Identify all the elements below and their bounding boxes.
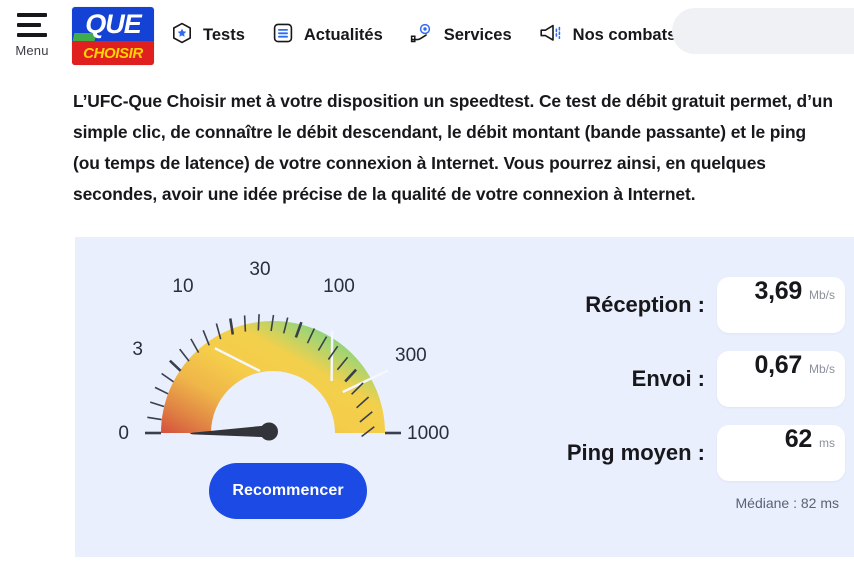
result-row-envoi: Envoi : 0,67 Mb/s xyxy=(505,351,845,407)
speed-gauge: 0 3 10 30 100 300 1000 xyxy=(83,245,503,445)
result-value-reception: 3,69 xyxy=(754,277,803,305)
hand-gear-icon xyxy=(409,21,435,50)
gauge-tick-label-300: 300 xyxy=(395,345,427,366)
nav-label-services: Services xyxy=(443,26,512,44)
list-document-icon xyxy=(271,21,295,50)
nav-item-tests[interactable]: Tests xyxy=(170,21,245,50)
search-input[interactable] xyxy=(672,8,854,54)
result-value-envoi: 0,67 xyxy=(754,351,803,379)
menu-label: Menu xyxy=(15,43,49,58)
main-navigation: Tests Actualités Services Nos combats xyxy=(170,21,676,50)
result-value-ping: 62 xyxy=(784,425,813,453)
gauge-tick-label-3: 3 xyxy=(132,339,143,360)
result-unit-ping: ms xyxy=(819,436,835,450)
result-value-box-envoi: 0,67 Mb/s xyxy=(717,351,845,407)
megaphone-icon xyxy=(538,21,564,50)
intro-paragraph: L’UFC-Que Choisir met à votre dispositio… xyxy=(73,91,833,204)
nav-label-nos-combats: Nos combats xyxy=(572,26,677,44)
hamburger-icon xyxy=(17,13,47,37)
nav-label-tests: Tests xyxy=(203,26,245,44)
nav-item-services[interactable]: Services xyxy=(409,21,512,50)
menu-button[interactable]: Menu xyxy=(8,13,56,58)
gauge-tick-label-1000: 1000 xyxy=(407,423,449,444)
restart-test-button[interactable]: Recommencer xyxy=(209,463,367,519)
result-row-reception: Réception : 3,69 Mb/s xyxy=(505,277,845,333)
gauge-tick-label-10: 10 xyxy=(172,276,193,297)
gauge-tick-label-30: 30 xyxy=(249,259,270,280)
gauge-arc xyxy=(161,321,385,433)
gauge-tick-label-0: 0 xyxy=(118,423,129,444)
nav-item-nos-combats[interactable]: Nos combats xyxy=(538,21,677,50)
result-label-envoi: Envoi : xyxy=(631,366,705,391)
box-star-icon xyxy=(170,21,194,50)
site-header: Menu QUE CHOISIR Tests Actualités Servic… xyxy=(0,0,854,76)
result-label-ping: Ping moyen : xyxy=(566,440,705,465)
results-list: Réception : 3,69 Mb/s Envoi : 0,67 Mb/s … xyxy=(505,277,845,511)
gauge-tick-label-100: 100 xyxy=(323,276,355,297)
result-unit-reception: Mb/s xyxy=(808,288,835,302)
result-label-reception: Réception : xyxy=(585,292,705,317)
nav-item-actualites[interactable]: Actualités xyxy=(271,21,383,50)
result-value-box-reception: 3,69 Mb/s xyxy=(717,277,845,333)
result-row-ping: Ping moyen : 62 ms xyxy=(505,425,845,481)
result-unit-envoi: Mb/s xyxy=(808,362,835,376)
median-ping-note: Médiane : 82 ms xyxy=(735,495,840,511)
speedtest-panel: 0 3 10 30 100 300 1000 Recommencer Récep… xyxy=(75,237,854,557)
result-value-box-ping: 62 ms xyxy=(717,425,845,481)
logo-bottom-text: CHOISIR xyxy=(83,45,143,62)
nav-label-actualites: Actualités xyxy=(303,26,383,44)
que-choisir-logo[interactable]: QUE CHOISIR xyxy=(72,7,154,65)
logo-top-text: QUE xyxy=(85,9,142,39)
